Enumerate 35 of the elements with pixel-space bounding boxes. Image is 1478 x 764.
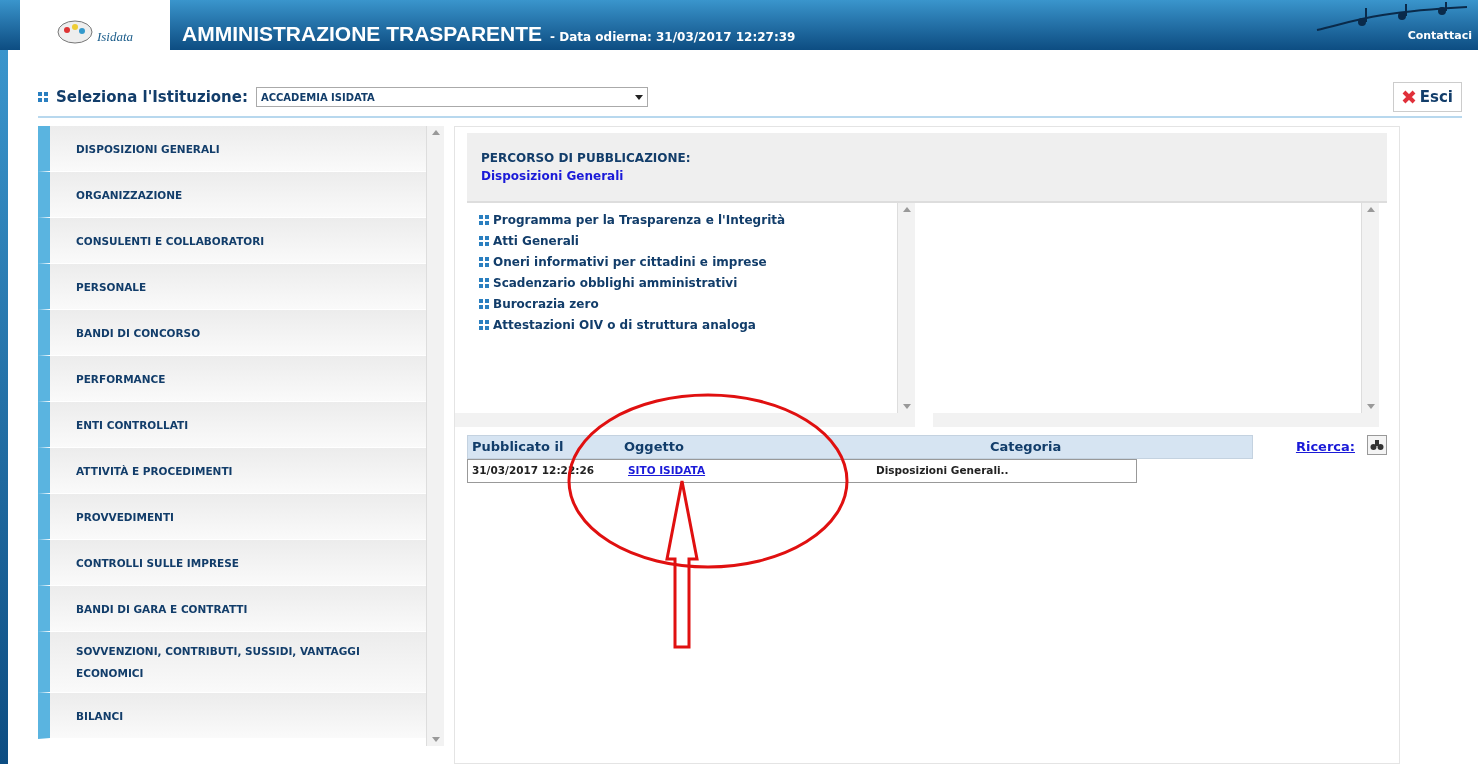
path-current: Disposizioni Generali — [481, 168, 625, 185]
column-header[interactable]: Pubblicato il — [468, 437, 624, 457]
sidebar-item[interactable]: BANDI DI GARA E CONTRATTI — [38, 586, 426, 632]
sidebar-item[interactable]: DISPOSIZIONI GENERALI — [38, 126, 426, 172]
subject-link[interactable]: SITO ISIDATA — [628, 463, 876, 479]
sidebar-item[interactable]: ENTI CONTROLLATI — [38, 402, 426, 448]
sidebar-item[interactable]: BANDI DI CONCORSO — [38, 310, 426, 356]
subsection-link[interactable]: Attestazioni OIV o di struttura analoga — [479, 316, 897, 334]
subsection-link[interactable]: Scadenzario obblighi amministrativi — [479, 274, 897, 292]
subsection-link[interactable]: Atti Generali — [479, 232, 897, 250]
sidebar-item[interactable]: BILANCI — [38, 693, 426, 739]
sidebar-item[interactable]: CONSULENTI E COLLABORATORI — [38, 218, 426, 264]
contact-link[interactable]: Contattaci — [1407, 27, 1472, 44]
sidebar-item[interactable]: CONTROLLI SULLE IMPRESE — [38, 540, 426, 586]
sidebar-item[interactable]: ATTIVITÀ E PROCEDIMENTI — [38, 448, 426, 494]
current-date: - Data odierna: 31/03/2017 12:27:39 — [550, 29, 796, 46]
sidebar-item[interactable]: ORGANIZZAZIONE — [38, 172, 426, 218]
page-title: AMMINISTRAZIONE TRASPARENTE — [182, 23, 543, 44]
path-heading: PERCORSO DI PUBBLICAZIONE: — [481, 150, 692, 167]
column-header[interactable]: Oggetto — [624, 437, 990, 457]
subsection-link[interactable]: Programma per la Trasparenza e l'Integrità — [479, 211, 897, 229]
sidebar-item[interactable]: PERFORMANCE — [38, 356, 426, 402]
subsection-link[interactable]: Oneri informativi per cittadini e imprese — [479, 253, 897, 271]
search-link[interactable]: Ricerca: — [1295, 437, 1355, 457]
logo-text: Isidata — [96, 27, 134, 46]
subsection-link[interactable]: Burocrazia zero — [479, 295, 897, 313]
logo[interactable]: Isidata — [20, 0, 170, 50]
sidebar-item[interactable]: SOVVENZIONI, CONTRIBUTI, SUSSIDI, VANTAGGI ECONOMICI — [38, 632, 426, 693]
sidebar-item[interactable]: PERSONALE — [38, 264, 426, 310]
institution-select[interactable]: ACCADEMIA ISIDATA — [255, 87, 648, 107]
column-header[interactable]: Categoria — [990, 437, 1062, 457]
exit-button[interactable]: Esci — [1392, 82, 1462, 112]
table-cell: Disposizioni Generali.. — [876, 463, 1009, 479]
institution-label: Seleziona l'Istituzione: — [56, 86, 248, 108]
sidebar-item[interactable]: PROVVEDIMENTI — [38, 494, 426, 540]
